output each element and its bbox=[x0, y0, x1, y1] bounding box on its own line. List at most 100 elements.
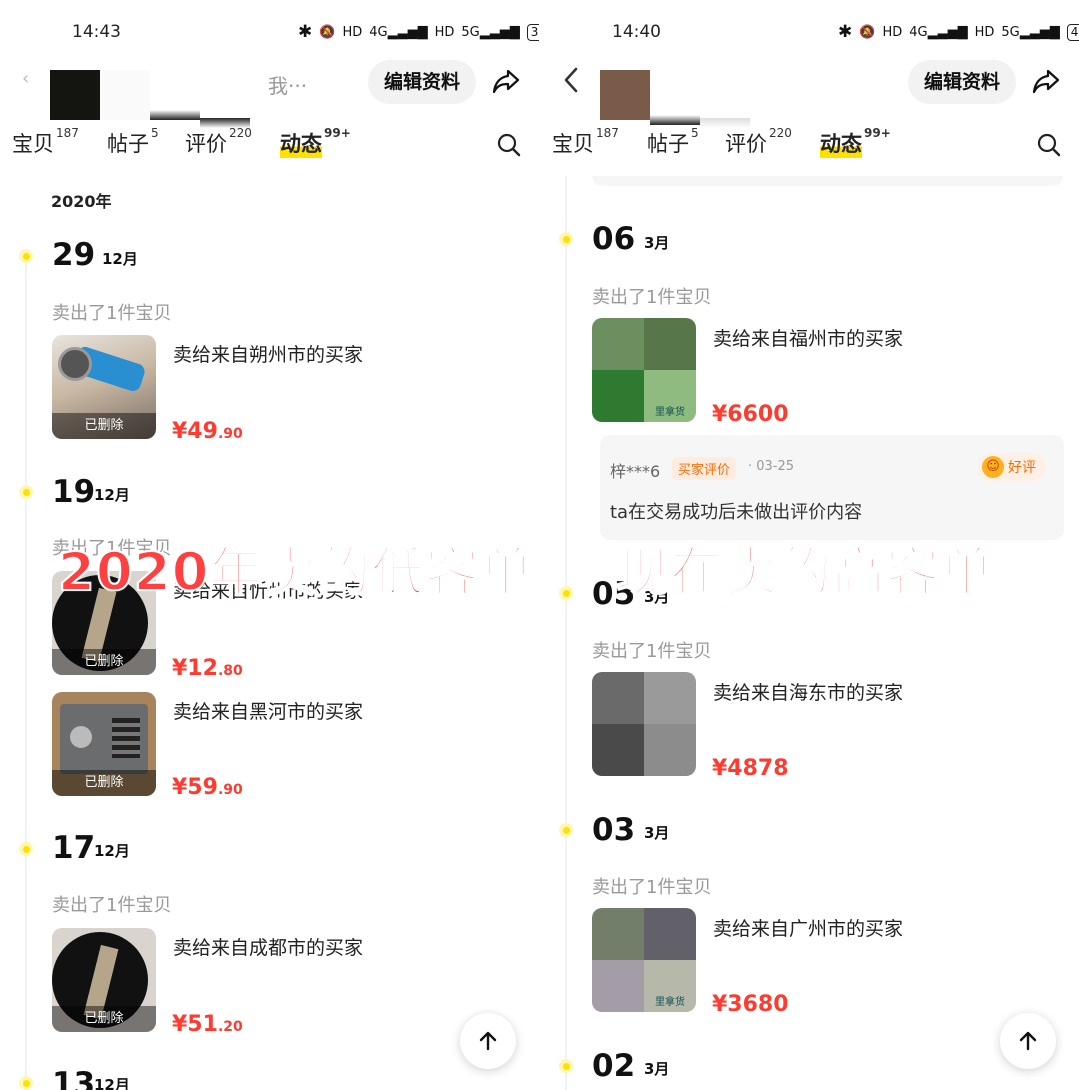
left-screenshot: 14:43 ✱ 🔕 HD 4G▂▃▅▇ HD 5G▂▃▅▇ 39 ‹ 我··· … bbox=[0, 0, 539, 1090]
mute-icon: 🔕 bbox=[859, 24, 876, 40]
name-mask bbox=[650, 115, 700, 125]
tab-reviews[interactable]: 评价 220 bbox=[185, 126, 280, 158]
price-text: ¥3680 bbox=[712, 992, 789, 1017]
avatar[interactable] bbox=[50, 70, 100, 120]
timeline-line bbox=[25, 262, 27, 1090]
tab-count: 220 bbox=[229, 126, 252, 140]
hd-badge: HD bbox=[882, 24, 903, 40]
buyer-text: 卖给来自福州市的买家 bbox=[713, 328, 904, 350]
battery-icon: 40 bbox=[1066, 23, 1079, 41]
timeline-dot bbox=[559, 586, 573, 600]
tab-bar: 宝贝 187 帖子 5 评价 220 动态 99+ bbox=[12, 126, 351, 158]
thumb-block bbox=[592, 370, 644, 422]
timeline-dot bbox=[559, 232, 573, 246]
arrow-up-icon bbox=[1019, 1031, 1037, 1051]
tab-posts[interactable]: 帖子 5 bbox=[107, 126, 185, 158]
tab-count: 99+ bbox=[864, 126, 891, 140]
tab-label: 评价 bbox=[185, 132, 227, 156]
price-text: ¥12.80 bbox=[172, 656, 243, 681]
entry-month: 3月 bbox=[644, 234, 670, 252]
entry-month: 12月 bbox=[94, 486, 130, 504]
price-int: ¥12 bbox=[172, 656, 218, 681]
price-dec: .90 bbox=[217, 426, 243, 442]
previous-card-edge bbox=[592, 176, 1063, 186]
hd-badge: HD bbox=[342, 24, 363, 40]
tab-count: 187 bbox=[56, 126, 79, 140]
timeline-dot bbox=[19, 842, 33, 856]
tab-activity[interactable]: 动态 99+ bbox=[280, 126, 351, 158]
product-thumbnail[interactable]: 里拿货 bbox=[592, 908, 696, 1012]
back-icon[interactable]: ‹ bbox=[22, 68, 29, 89]
sold-label: 卖出了1件宝贝 bbox=[592, 877, 712, 898]
price-int: ¥49 bbox=[172, 419, 218, 444]
scroll-top-button[interactable] bbox=[460, 1013, 516, 1069]
edit-profile-button[interactable]: 编辑资料 bbox=[368, 60, 477, 104]
network-label: 5G bbox=[1001, 24, 1020, 40]
price-text: ¥49.90 bbox=[172, 419, 243, 444]
network-label: 4G bbox=[909, 24, 928, 40]
product-thumbnail[interactable]: 已删除 bbox=[52, 692, 156, 796]
buyer-text: 卖给来自海东市的买家 bbox=[713, 682, 904, 704]
tab-count: 220 bbox=[769, 126, 792, 140]
name-mask bbox=[150, 110, 200, 120]
entry-day: 19 bbox=[52, 474, 96, 510]
thumb-block bbox=[644, 908, 696, 960]
edit-profile-button[interactable]: 编辑资料 bbox=[908, 60, 1017, 104]
tab-count: 5 bbox=[691, 126, 699, 140]
search-icon[interactable] bbox=[1036, 132, 1062, 158]
review-text: ta在交易成功后未做出评价内容 bbox=[610, 502, 863, 523]
product-thumbnail[interactable]: 里拿货 bbox=[592, 318, 696, 422]
tab-label: 帖子 bbox=[647, 132, 689, 156]
tab-reviews[interactable]: 评价 220 bbox=[725, 126, 820, 158]
tab-posts[interactable]: 帖子 5 bbox=[647, 126, 725, 158]
tab-activity[interactable]: 动态 99+ bbox=[820, 126, 891, 158]
buyer-text: 卖给来自广州市的买家 bbox=[713, 918, 904, 940]
price-int: ¥51 bbox=[172, 1012, 218, 1037]
price-text: ¥6600 bbox=[712, 402, 789, 427]
scroll-top-button[interactable] bbox=[1000, 1013, 1056, 1069]
entry-day: 03 bbox=[592, 812, 636, 848]
sold-label: 卖出了1件宝贝 bbox=[592, 641, 712, 662]
entry-day: 02 bbox=[592, 1048, 636, 1084]
avatar[interactable] bbox=[600, 70, 650, 120]
right-screenshot: 14:40 ✱ 🔕 HD 4G▂▃▅▇ HD 5G▂▃▅▇ 40 编辑资料 宝贝… bbox=[540, 0, 1079, 1090]
product-thumbnail[interactable]: 已删除 bbox=[52, 928, 156, 1032]
entry-month: 12月 bbox=[102, 250, 138, 268]
timeline-dot bbox=[559, 823, 573, 837]
bluetooth-icon: ✱ bbox=[298, 22, 313, 42]
price-text: ¥51.20 bbox=[172, 1012, 243, 1037]
thumb-block bbox=[644, 672, 696, 724]
share-icon[interactable] bbox=[491, 66, 521, 96]
tab-items[interactable]: 宝贝 187 bbox=[12, 126, 107, 158]
share-icon[interactable] bbox=[1031, 66, 1061, 96]
tab-label: 动态 bbox=[280, 128, 322, 158]
battery-icon: 39 bbox=[526, 23, 539, 41]
price-int: ¥59 bbox=[172, 775, 218, 800]
entry-day: 13 bbox=[52, 1066, 96, 1090]
back-icon[interactable] bbox=[562, 66, 580, 94]
sold-label: 卖出了1件宝贝 bbox=[592, 287, 712, 308]
badge-label: 好评 bbox=[1008, 460, 1036, 476]
search-icon[interactable] bbox=[496, 132, 522, 158]
smile-icon: ☺ bbox=[982, 456, 1004, 478]
thumb-block bbox=[592, 960, 644, 1012]
tab-label: 动态 bbox=[820, 128, 862, 158]
signal-icon: 5G▂▃▅▇ bbox=[461, 24, 520, 40]
tab-label: 评价 bbox=[725, 132, 767, 156]
tab-label: 帖子 bbox=[107, 132, 149, 156]
review-card[interactable]: 梓***6 买家评价 · 03-25 ☺ 好评 ta在交易成功后未做出评价内容 bbox=[600, 435, 1064, 540]
timeline-dot bbox=[19, 249, 33, 263]
entry-day: 29 bbox=[52, 237, 96, 273]
product-thumbnail[interactable]: 已删除 bbox=[52, 335, 156, 439]
network-label: 4G bbox=[369, 24, 388, 40]
tab-items[interactable]: 宝贝 187 bbox=[552, 126, 647, 158]
mute-icon: 🔕 bbox=[319, 24, 336, 40]
buyer-text: 卖给来自黑河市的买家 bbox=[173, 701, 364, 723]
price-dec: .90 bbox=[217, 782, 243, 798]
timeline-line bbox=[565, 176, 567, 1090]
review-date: · 03-25 bbox=[748, 459, 795, 474]
tab-label: 宝贝 bbox=[552, 132, 594, 156]
product-thumbnail[interactable] bbox=[592, 672, 696, 776]
good-review-badge: ☺ 好评 bbox=[978, 453, 1046, 481]
entry-month: 3月 bbox=[644, 824, 670, 842]
